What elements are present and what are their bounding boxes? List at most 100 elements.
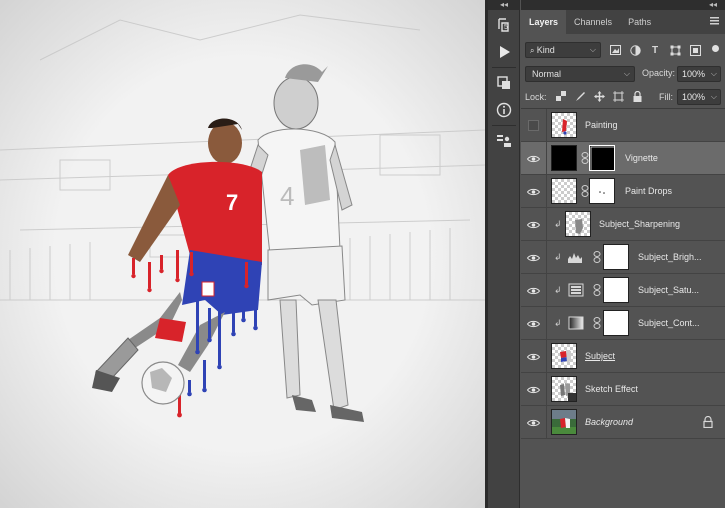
layer-row-subject-sharpening[interactable]: ↲ Subject_Sharpening: [521, 208, 725, 241]
eye-icon: [527, 320, 540, 327]
collapse-panel-icon[interactable]: ◂◂: [709, 0, 717, 10]
layer-name: Background: [585, 417, 634, 427]
type-filter-icon[interactable]: T: [649, 44, 661, 56]
hidden-eye-box: [528, 120, 539, 131]
levels-adjustment-icon[interactable]: [567, 250, 583, 264]
layer-thumbnail[interactable]: [565, 211, 591, 237]
layer-thumbnail[interactable]: [551, 178, 577, 204]
link-icon[interactable]: [593, 251, 601, 263]
artwork-image: 4 7: [0, 0, 485, 508]
layer-row-sketch-effect[interactable]: Sketch Effect: [521, 373, 725, 406]
visibility-toggle[interactable]: [521, 241, 547, 274]
layer-row-subject-brightness[interactable]: ↲ Subject_Brigh...: [521, 241, 725, 274]
layer-name: Painting: [585, 120, 618, 130]
eye-icon: [527, 254, 540, 261]
link-icon[interactable]: [593, 284, 601, 296]
visibility-toggle[interactable]: [521, 406, 547, 439]
pixel-filter-icon[interactable]: [609, 44, 621, 56]
lock-artboard-icon[interactable]: [612, 90, 624, 102]
clipping-arrow-icon: ↲: [554, 318, 562, 328]
collapsed-panels-column: ◂◂ 5: [488, 0, 520, 508]
search-icon: ⌕: [530, 46, 537, 55]
layer-row-subject-saturation[interactable]: ↲ Subject_Satu...: [521, 274, 725, 307]
layer-mask-thumbnail[interactable]: [589, 145, 615, 171]
link-icon[interactable]: [581, 152, 589, 164]
panel-menu-icon[interactable]: [710, 17, 719, 25]
tab-layers[interactable]: Layers: [521, 10, 567, 34]
layer-mask-thumbnail[interactable]: [603, 244, 629, 270]
fill-label: Fill:: [659, 92, 673, 102]
collapse-panels-icon[interactable]: ◂◂: [500, 0, 508, 10]
tab-channels[interactable]: Channels: [566, 10, 620, 34]
visibility-toggle[interactable]: [521, 208, 547, 241]
layer-thumbnail[interactable]: [551, 112, 577, 138]
layer-name: Subject_Sharpening: [599, 219, 681, 229]
info-icon[interactable]: [491, 98, 517, 122]
visibility-toggle[interactable]: [521, 109, 547, 142]
fill-field[interactable]: 100% ⌵: [677, 89, 721, 105]
gradient-map-adjustment-icon[interactable]: [568, 316, 584, 330]
layer-mask-thumbnail[interactable]: [589, 178, 615, 204]
clipping-arrow-icon: ↲: [554, 252, 562, 262]
svg-text:7: 7: [226, 190, 238, 215]
play-action-icon[interactable]: [491, 40, 517, 64]
layer-thumbnail[interactable]: [551, 145, 577, 171]
adjustment-filter-icon[interactable]: [629, 44, 641, 56]
clipping-arrow-icon: ↲: [554, 285, 562, 295]
layer-row-paint-drops[interactable]: Paint Drops: [521, 175, 725, 208]
layer-thumbnail[interactable]: [551, 376, 577, 402]
layer-row-painting[interactable]: Painting: [521, 109, 725, 142]
3d-icon[interactable]: [491, 71, 517, 95]
layer-row-background[interactable]: Background: [521, 406, 725, 439]
opacity-label: Opacity:: [642, 68, 676, 78]
lock-label: Lock:: [525, 92, 547, 102]
shape-filter-icon[interactable]: [669, 44, 681, 56]
layer-row-subject-contrast[interactable]: ↲ Subject_Cont...: [521, 307, 725, 340]
blend-mode-select[interactable]: Normal ⌵: [525, 66, 635, 82]
visibility-toggle[interactable]: [521, 340, 547, 373]
layers-panel: ◂◂ Layers Channels Paths ⌕ Kind ⌵ T Norm…: [521, 0, 725, 508]
layer-name: Sketch Effect: [585, 384, 638, 394]
lock-transparent-pixels-icon[interactable]: [555, 90, 567, 102]
layer-mask-thumbnail[interactable]: [603, 277, 629, 303]
layer-name: Subject_Cont...: [638, 318, 700, 328]
smart-object-filter-icon[interactable]: [689, 44, 701, 56]
opacity-field[interactable]: 100% ⌵: [677, 66, 721, 82]
layer-name: Subject_Satu...: [638, 285, 700, 295]
filter-kind-select[interactable]: ⌕ Kind ⌵: [525, 42, 601, 58]
layer-row-subject[interactable]: Subject: [521, 340, 725, 373]
link-icon[interactable]: [581, 185, 589, 197]
lock-all-icon[interactable]: [631, 90, 643, 102]
eye-icon: [527, 155, 540, 162]
filter-toggle-switch[interactable]: [712, 45, 719, 52]
layer-name: Paint Drops: [625, 186, 673, 196]
tab-paths[interactable]: Paths: [620, 10, 659, 34]
visibility-toggle[interactable]: [521, 373, 547, 406]
lock-position-icon[interactable]: [593, 90, 605, 102]
layer-name: Subject_Brigh...: [638, 252, 702, 262]
eye-icon: [527, 221, 540, 228]
document-canvas[interactable]: 4 7: [0, 0, 485, 508]
chevron-down-icon: ⌵: [623, 69, 630, 78]
history-icon[interactable]: 5: [491, 13, 517, 37]
layer-row-vignette[interactable]: Vignette: [521, 142, 725, 175]
blend-mode-value: Normal: [532, 69, 562, 79]
hue-saturation-adjustment-icon[interactable]: [568, 283, 584, 297]
clone-source-icon[interactable]: [491, 129, 517, 153]
visibility-toggle[interactable]: [521, 307, 547, 340]
layer-thumbnail[interactable]: [551, 343, 577, 369]
link-icon[interactable]: [593, 317, 601, 329]
visibility-toggle[interactable]: [521, 175, 547, 208]
chevron-down-icon: ⌵: [710, 69, 717, 78]
layer-mask-thumbnail[interactable]: [603, 310, 629, 336]
eye-icon: [527, 287, 540, 294]
visibility-toggle[interactable]: [521, 142, 547, 175]
filter-kind-label: Kind: [536, 45, 555, 55]
layer-thumbnail[interactable]: [551, 409, 577, 435]
visibility-toggle[interactable]: [521, 274, 547, 307]
filter-icons: T: [609, 42, 701, 58]
layers-list: Painting Vignette Paint Drops ↲ Subject_…: [521, 109, 725, 439]
svg-text:4: 4: [280, 181, 294, 211]
eye-icon: [527, 188, 540, 195]
lock-image-pixels-icon[interactable]: [574, 90, 586, 102]
